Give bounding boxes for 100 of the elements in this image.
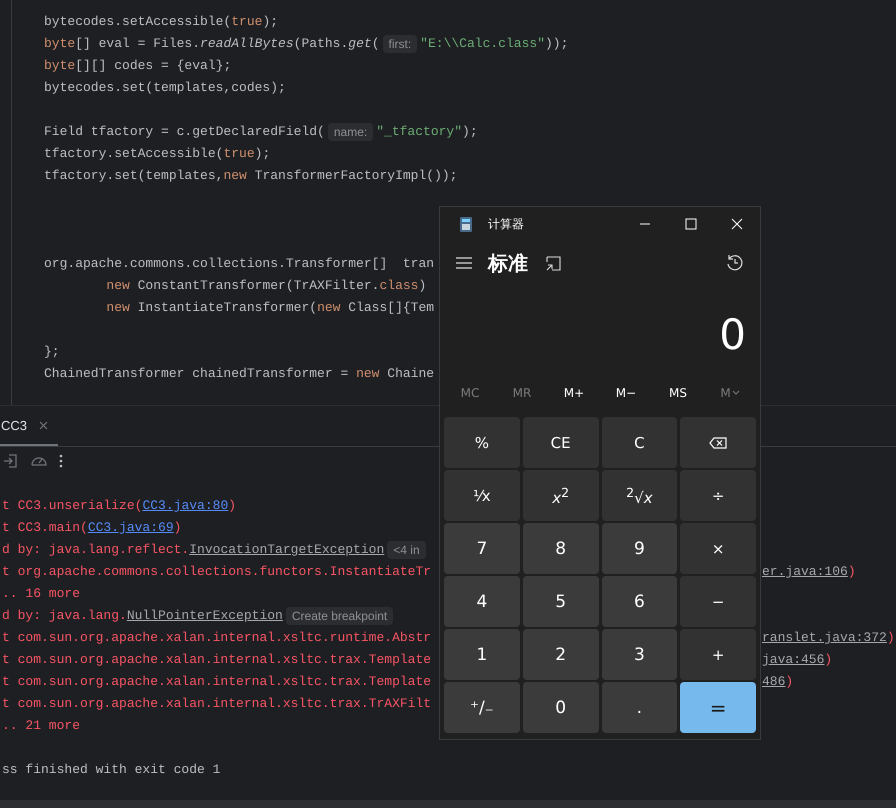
key-button[interactable]: C xyxy=(602,417,678,468)
error-text: t com.sun.org.apache.xalan.internal.xsltc.runtime.Abstr xyxy=(2,629,432,647)
keyword-text: new xyxy=(223,167,247,185)
code-text: [][] codes = {eval}; xyxy=(75,57,232,75)
error-text: t CC3.unserialize( xyxy=(2,497,142,515)
console-tab[interactable]: CC3 xyxy=(0,406,58,446)
code-text: tfactory.set(templates, xyxy=(44,167,224,185)
code-text: ); xyxy=(462,123,478,141)
keyword-text: true xyxy=(223,145,255,163)
key-button[interactable]: 6 xyxy=(602,576,678,627)
key-button[interactable]: 8 xyxy=(522,523,598,574)
backspace-icon xyxy=(709,436,728,448)
key-button[interactable]: 5 xyxy=(522,576,598,627)
error-text: t com.sun.org.apache.xalan.internal.xsltc.trax.Template xyxy=(2,673,432,691)
source-link[interactable]: java:456 xyxy=(762,649,824,671)
error-text: ) xyxy=(785,673,794,691)
more-icon[interactable] xyxy=(59,454,63,468)
key-button[interactable]: = xyxy=(680,682,756,733)
keyword-text: true xyxy=(231,13,262,31)
key-button[interactable]: 0 xyxy=(522,682,598,733)
calculator-icon xyxy=(460,216,472,232)
error-text: d by: java.lang. xyxy=(2,607,127,625)
key-button[interactable]: ⅟x xyxy=(444,470,520,521)
key-button[interactable]: ÷ xyxy=(680,470,756,521)
code-text: ); xyxy=(262,13,278,31)
keyword-text: new xyxy=(356,365,380,383)
memory-button[interactable]: MS xyxy=(652,382,704,404)
history-icon[interactable] xyxy=(726,254,744,272)
error-text: d by: java.lang.reflect. xyxy=(2,541,190,559)
code-text: Class[]{Tem xyxy=(347,299,434,317)
console-text: ss finished with exit code 1 xyxy=(2,761,220,779)
keyword-text: byte xyxy=(44,57,76,75)
mode-title: 标准 xyxy=(488,250,528,276)
code-text: }; xyxy=(44,343,60,361)
source-link[interactable]: NullPointerException xyxy=(126,605,283,627)
code-text: )); xyxy=(545,35,568,53)
error-text: ) xyxy=(174,519,182,537)
display-value: 0 xyxy=(718,309,747,361)
source-link[interactable]: ranslet.java:372 xyxy=(762,627,887,649)
menu-icon[interactable] xyxy=(456,257,472,269)
keep-on-top-icon[interactable] xyxy=(546,256,561,270)
code-text: bytecodes.set(templates,codes); xyxy=(44,79,286,97)
error-text: ) xyxy=(848,563,856,581)
exit-icon[interactable] xyxy=(3,453,19,469)
key-button[interactable]: . xyxy=(602,682,678,733)
key-button[interactable]: 7 xyxy=(444,523,520,574)
key-button[interactable]: + xyxy=(680,629,756,680)
source-link[interactable]: CC3.java:69 xyxy=(88,517,174,539)
source-link[interactable]: 486 xyxy=(762,671,786,693)
error-text: .. 21 more xyxy=(2,717,80,735)
code-text: ( xyxy=(372,35,380,53)
inlay-hint: <4 in xyxy=(387,541,426,559)
method-text: get xyxy=(348,35,372,53)
key-button[interactable]: $^{2}$√x xyxy=(602,470,678,521)
keyword-text: new xyxy=(105,299,130,317)
keyword-text: byte xyxy=(44,35,76,53)
inlay-hint: Create breakpoint xyxy=(286,607,394,625)
error-text: ) xyxy=(824,651,832,669)
code-text: Chaine xyxy=(386,365,434,383)
inlay-hint: name: xyxy=(328,123,374,141)
code-text: TransformerFactoryImpl()); xyxy=(254,167,458,185)
key-button[interactable]: 3 xyxy=(602,629,678,680)
key-button[interactable]: x$^{2}$ xyxy=(522,470,598,521)
error-text: ) xyxy=(228,497,236,515)
inlay-hint: first: xyxy=(382,35,418,53)
key-button[interactable]: × xyxy=(680,523,756,574)
code-text: ConstantTransformer(TrAXFilter. xyxy=(136,277,380,295)
key-button[interactable]: 1 xyxy=(444,629,520,680)
code-text: bytecodes.setAccessible( xyxy=(44,13,232,31)
error-text: t com.sun.org.apache.xalan.internal.xsltc.trax.Template xyxy=(2,651,432,669)
key-button[interactable]: CE xyxy=(522,417,598,468)
memory-button[interactable]: M+ xyxy=(548,382,600,404)
source-link[interactable]: InvocationTargetException xyxy=(189,539,384,561)
code-text: ); xyxy=(254,145,270,163)
key-button[interactable]: 4 xyxy=(444,576,520,627)
key-button[interactable]: ⁺∕₋ xyxy=(444,682,520,733)
string-text: "E:\\Calc.class" xyxy=(420,35,545,53)
error-text: .. 16 more xyxy=(2,585,80,603)
error-text: t CC3.main( xyxy=(2,519,88,537)
method-text: readAllBytes xyxy=(200,35,294,53)
keyword-text: class xyxy=(379,277,418,295)
source-link[interactable]: CC3.java:80 xyxy=(142,495,228,517)
code-text: ChainedTransformer chainedTransformer = xyxy=(44,365,350,383)
memory-button[interactable]: M− xyxy=(600,382,652,404)
code-text: org.apache.commons.collections.Transformer[] tran xyxy=(44,255,434,273)
keyword-text: new xyxy=(317,299,340,317)
code-text: [] eval = Files. xyxy=(75,35,200,53)
source-link[interactable]: er.java:106 xyxy=(762,561,848,583)
string-text: "_tfactory" xyxy=(376,123,462,141)
key-button[interactable]: − xyxy=(680,576,756,627)
code-text: Field tfactory = c.getDeclaredField( xyxy=(44,123,325,141)
maximize-icon[interactable] xyxy=(685,218,697,230)
code-text: InstantiateTransformer( xyxy=(136,299,318,317)
key-button[interactable]: 9 xyxy=(602,523,678,574)
key-button[interactable]: 2 xyxy=(522,629,598,680)
code-text: (Paths. xyxy=(294,35,348,53)
key-button[interactable]: % xyxy=(444,417,520,468)
keyword-text: new xyxy=(105,277,130,295)
chevron-icon xyxy=(732,390,740,396)
code-text: ) xyxy=(418,277,426,295)
